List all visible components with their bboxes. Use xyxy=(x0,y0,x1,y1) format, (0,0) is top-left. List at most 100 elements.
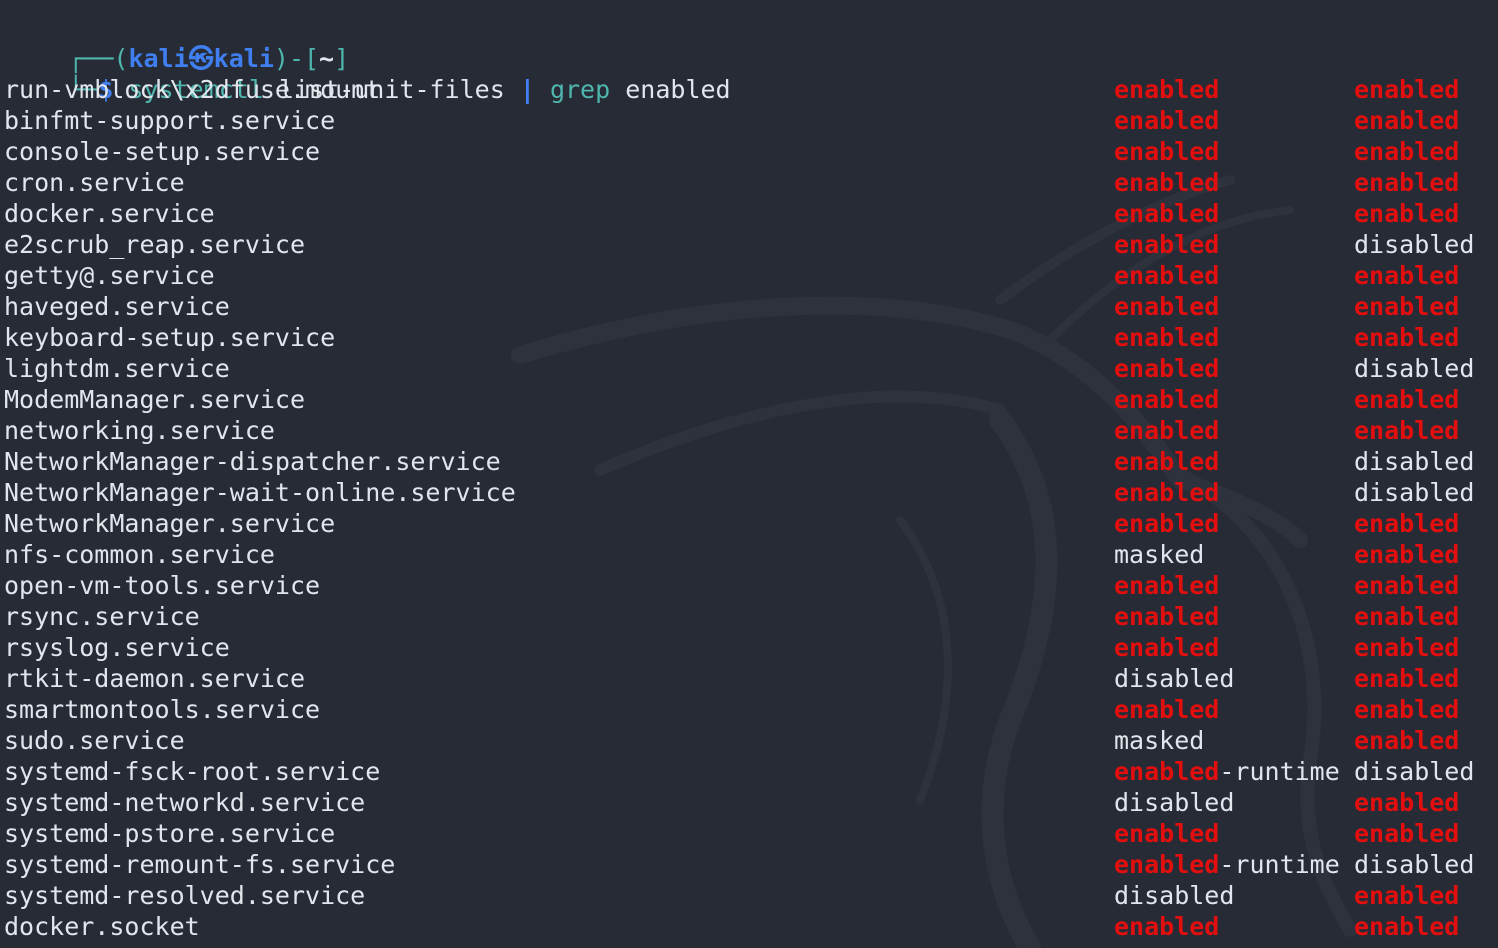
unit-state-value: enabled xyxy=(1114,819,1220,848)
unit-state-value: enabled xyxy=(1114,106,1220,135)
vendor-preset: enabled xyxy=(1354,540,1460,569)
unit-state-value: enabled xyxy=(1114,912,1220,941)
unit-state: disabled xyxy=(1114,880,1234,911)
unit-state: enabled xyxy=(1114,632,1219,663)
unit-state: enabled-runtime xyxy=(1114,756,1340,787)
vendor-preset: enabled xyxy=(1354,819,1460,848)
unit-state-value: enabled xyxy=(1114,354,1220,383)
unit-file-name: haveged.service xyxy=(4,292,230,321)
unit-file-name: docker.service xyxy=(4,199,215,228)
unit-file-name: cron.service xyxy=(4,168,185,197)
vendor-preset: disabled xyxy=(1354,478,1475,507)
terminal-window[interactable]: ┌──(kali㉿kali)-[~] └─$ systemctl list-un… xyxy=(0,0,1498,948)
unit-file-name: docker.socket xyxy=(4,912,200,941)
unit-file-name: rsyslog.service xyxy=(4,633,230,662)
vendor-preset: enabled xyxy=(1354,323,1460,352)
unit-state-suffix: -runtime xyxy=(1219,757,1340,786)
unit-file-name: systemd-fsck-root.service xyxy=(4,757,381,786)
unit-state-value: enabled xyxy=(1114,292,1220,321)
vendor-preset: enabled xyxy=(1354,106,1460,135)
unit-state-value: enabled xyxy=(1114,323,1220,352)
unit-state-value: enabled xyxy=(1114,509,1220,538)
unit-state: enabled-runtime xyxy=(1114,849,1340,880)
unit-file-name: nfs-common.service xyxy=(4,540,275,569)
unit-state: enabled xyxy=(1114,229,1219,260)
vendor-preset: enabled xyxy=(1354,75,1460,104)
unit-state: enabled xyxy=(1114,353,1219,384)
prompt-header: ┌──(kali㉿kali)-[~] xyxy=(8,12,349,73)
pipe-symbol: | xyxy=(519,75,535,104)
unit-state-value: enabled xyxy=(1114,478,1220,507)
unit-state: enabled xyxy=(1114,74,1219,105)
unit-file-name: systemd-networkd.service xyxy=(4,788,366,817)
unit-state: enabled xyxy=(1114,508,1219,539)
unit-state: enabled xyxy=(1114,477,1219,508)
unit-state-value: enabled xyxy=(1114,385,1220,414)
command-line[interactable]: └─$ systemctl list-unit-files | grep ena… xyxy=(8,43,730,104)
unit-file-name: NetworkManager.service xyxy=(4,509,336,538)
vendor-preset: enabled xyxy=(1354,416,1460,445)
unit-state: enabled xyxy=(1114,167,1219,198)
unit-state: enabled xyxy=(1114,415,1219,446)
vendor-preset: enabled xyxy=(1354,726,1460,755)
unit-state-value: enabled xyxy=(1114,75,1220,104)
unit-file-name: NetworkManager-wait-online.service xyxy=(4,478,516,507)
unit-state: enabled xyxy=(1114,384,1219,415)
vendor-preset: enabled xyxy=(1354,168,1460,197)
unit-state-value: enabled xyxy=(1114,261,1220,290)
unit-state-value: enabled xyxy=(1114,447,1220,476)
unit-file-name: NetworkManager-dispatcher.service xyxy=(4,447,501,476)
unit-file-name: open-vm-tools.service xyxy=(4,571,321,600)
unit-file-name: rsync.service xyxy=(4,602,200,631)
unit-state: enabled xyxy=(1114,136,1219,167)
unit-file-name: systemd-pstore.service xyxy=(4,819,336,848)
unit-state-suffix: -runtime xyxy=(1219,850,1340,879)
vendor-preset: enabled xyxy=(1354,261,1460,290)
unit-file-name: sudo.service xyxy=(4,726,185,755)
unit-state-value: enabled xyxy=(1114,230,1220,259)
pipe-command: grep xyxy=(549,75,611,104)
vendor-preset: disabled xyxy=(1354,354,1475,383)
unit-state: masked xyxy=(1114,539,1204,570)
vendor-preset: disabled xyxy=(1354,850,1475,879)
unit-file-name: lightdm.service xyxy=(4,354,230,383)
pipe-args: enabled xyxy=(625,75,731,104)
unit-state: enabled xyxy=(1114,818,1219,849)
vendor-preset: enabled xyxy=(1354,633,1460,662)
unit-state-value: enabled xyxy=(1114,757,1220,786)
unit-file-name: keyboard-setup.service xyxy=(4,323,336,352)
unit-state-value: disabled xyxy=(1114,788,1235,817)
unit-file-name: smartmontools.service xyxy=(4,695,321,724)
unit-state-value: disabled xyxy=(1114,664,1235,693)
unit-state-value: enabled xyxy=(1114,695,1220,724)
vendor-preset: enabled xyxy=(1354,912,1460,941)
vendor-preset: enabled xyxy=(1354,602,1460,631)
vendor-preset: enabled xyxy=(1354,881,1460,910)
vendor-preset: enabled xyxy=(1354,509,1460,538)
vendor-preset: enabled xyxy=(1354,292,1460,321)
vendor-preset: enabled xyxy=(1354,695,1460,724)
unit-state: enabled xyxy=(1114,322,1219,353)
unit-file-name: console-setup.service xyxy=(4,137,321,166)
unit-state-value: enabled xyxy=(1114,571,1220,600)
unit-file-name: rtkit-daemon.service xyxy=(4,664,306,693)
vendor-preset: disabled xyxy=(1354,757,1475,786)
unit-state: enabled xyxy=(1114,601,1219,632)
vendor-preset: disabled xyxy=(1354,230,1475,259)
vendor-preset: enabled xyxy=(1354,571,1460,600)
unit-state: enabled xyxy=(1114,694,1219,725)
vendor-preset: enabled xyxy=(1354,199,1460,228)
unit-state-value: enabled xyxy=(1114,850,1220,879)
unit-state: enabled xyxy=(1114,446,1219,477)
unit-state-value: enabled xyxy=(1114,137,1220,166)
unit-file-name: ModemManager.service xyxy=(4,385,306,414)
unit-state: enabled xyxy=(1114,198,1219,229)
unit-state: enabled xyxy=(1114,260,1219,291)
unit-state-value: enabled xyxy=(1114,633,1220,662)
unit-state: enabled xyxy=(1114,570,1219,601)
unit-state-value: disabled xyxy=(1114,881,1235,910)
unit-state-value: enabled xyxy=(1114,602,1220,631)
vendor-preset: enabled xyxy=(1354,788,1460,817)
unit-state-value: enabled xyxy=(1114,199,1220,228)
unit-state: disabled xyxy=(1114,663,1234,694)
